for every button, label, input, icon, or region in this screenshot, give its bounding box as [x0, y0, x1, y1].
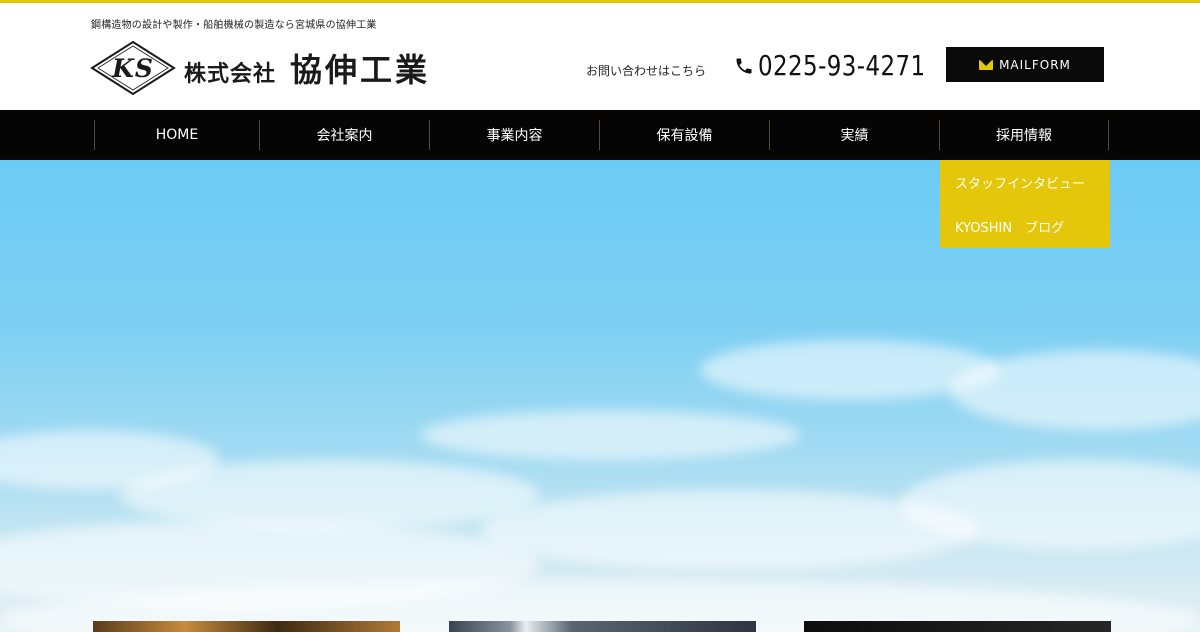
nav-item-home[interactable]: HOME — [94, 120, 259, 150]
nav-item-recruit[interactable]: 採用情報 — [939, 120, 1109, 150]
feature-card-3[interactable] — [804, 621, 1111, 632]
nav-item-equipment[interactable]: 保有設備 — [599, 120, 769, 150]
site-header: 鋼構造物の設計や製作・船舶機械の製造なら宮城県の協伸工業 KS 株式会社 協伸工… — [0, 3, 1200, 110]
phone-number-link[interactable]: 0225-93-4271 — [734, 49, 962, 82]
feature-card-2[interactable] — [449, 621, 756, 632]
recruit-dropdown-menu: スタッフインタビュー KYOSHIN ブログ — [940, 160, 1110, 248]
phone-icon — [736, 58, 752, 73]
logo-mark-text: KS — [112, 53, 154, 83]
nav-item-company[interactable]: 会社案内 — [259, 120, 429, 150]
dropdown-item-blog[interactable]: KYOSHIN ブログ — [940, 204, 1110, 248]
mailform-button[interactable]: MAILFORM — [946, 47, 1104, 82]
feature-card-1[interactable] — [93, 621, 400, 632]
phone-number: 0225-93-4271 — [758, 49, 926, 82]
mailform-label: MAILFORM — [999, 57, 1071, 72]
nav-item-achievements[interactable]: 実績 — [769, 120, 939, 150]
logo-company-name: 協伸工業 — [290, 51, 431, 89]
contact-label: お問い合わせはこちら — [586, 64, 707, 78]
mail-icon — [979, 59, 994, 70]
ks-diamond-logo-icon: KS — [90, 40, 176, 96]
logo-company-type: 株式会社 — [184, 61, 277, 87]
company-logo[interactable]: KS 株式会社 協伸工業 — [90, 39, 450, 97]
main-nav: HOME 会社案内 事業内容 保有設備 実績 採用情報 — [0, 110, 1200, 160]
dropdown-item-staff-interview[interactable]: スタッフインタビュー — [940, 160, 1110, 204]
nav-item-business[interactable]: 事業内容 — [429, 120, 599, 150]
site-tagline: 鋼構造物の設計や製作・船舶機械の製造なら宮城県の協伸工業 — [91, 20, 377, 31]
